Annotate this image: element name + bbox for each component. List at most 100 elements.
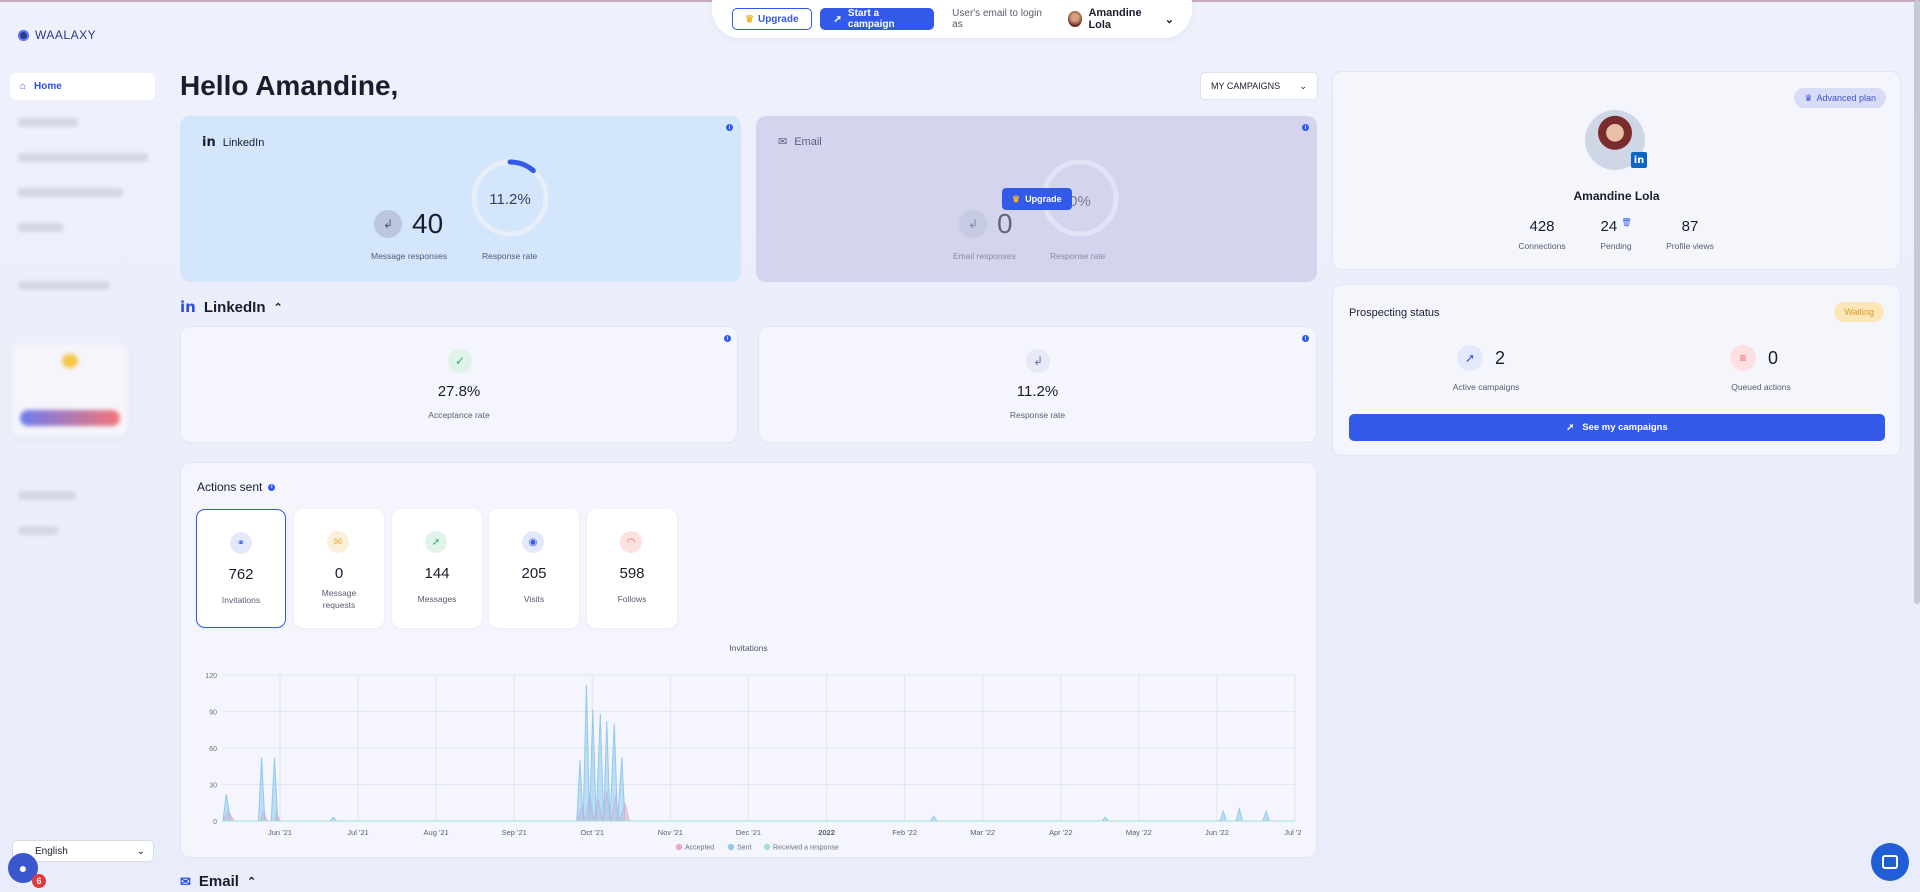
sidebar-item-blurred[interactable] [18,491,76,500]
notification-badge: 6 [32,874,46,888]
response-rate-card: i ↲ 11.2% Response rate [758,326,1317,443]
section-title: LinkedIn [203,298,266,316]
queued-actions-label: Queued actions [1731,382,1791,392]
action-tile-messages[interactable]: ➚ 144 Messages [392,509,482,628]
intercom-chat-button[interactable] [1871,843,1909,881]
sidebar-item-blurred[interactable] [18,188,123,197]
x-tick-label: Jul '22 [1284,828,1301,837]
x-tick-label: Dec '21 [736,828,761,837]
email-response-rate-label: Response rate [1050,251,1106,261]
series-area [222,791,1295,822]
email-responses-metric: ↲ 0 [959,208,1013,240]
response-rate-value: 11.2% [489,191,531,208]
link-icon: ⚭ [230,532,252,554]
campaign-select-value: MY CAMPAIGNS [1211,81,1281,91]
email-section-header[interactable]: ✉ Email ⌃ [180,873,256,890]
invitations-chart: 0 30 60 90 120 Jun '21 Jul '21 Aug '21 Sep '21 Oc… [205,673,1301,852]
message-responses-value: 40 [412,208,444,239]
logo[interactable]: WAALAXY [18,28,96,42]
info-icon[interactable]: i [1302,335,1309,342]
profile-views-stat: 87 Profile views [1655,218,1725,251]
start-campaign-label: Start a campaign [847,8,895,30]
profile-views-value: 87 [1681,218,1699,235]
logo-text: WAALAXY [35,28,97,42]
action-label: Follows [617,594,647,604]
acceptance-rate-label: Acceptance rate [428,410,490,420]
pending-stat: 24 🗑 Pending [1581,218,1651,251]
x-tick-label: Mar '22 [970,828,995,837]
card-title: ✉ Email [778,135,822,149]
prospecting-status-card: Prospecting status Waiting ➚ 2 Active ca… [1332,284,1901,456]
sidebar-item-blurred[interactable] [18,153,148,162]
action-label: Messages [417,594,457,604]
info-icon[interactable]: i [1302,124,1309,131]
promo-card[interactable] [12,344,128,436]
upgrade-label: Upgrade [1025,194,1062,204]
envelope-icon: ✉ [778,136,788,148]
status-badge: Waiting [1834,302,1884,322]
action-tile-follows[interactable]: ◠ 598 Follows [587,509,677,628]
promo-button[interactable] [20,410,120,426]
see-my-campaigns-button[interactable]: ➚ See my campaigns [1349,414,1885,441]
info-icon[interactable]: i [268,483,276,491]
crown-icon: ♛ [1012,193,1021,204]
scrollbar[interactable] [1914,0,1920,604]
action-value: 762 [228,566,254,583]
action-tile-message-requests[interactable]: ✉ 0 Message requests [294,509,384,628]
prospecting-title: Prospecting status [1349,307,1440,319]
linkedin-icon: in [202,135,216,150]
start-campaign-button[interactable]: ➚ Start a campaign [819,8,935,30]
x-tick-label: Apr '22 [1049,828,1073,837]
connections-value: 428 [1529,218,1555,235]
sidebar-item-blurred[interactable] [18,223,63,232]
profile-card: ♛ Advanced plan in Amandine Lola 428 Con… [1332,71,1901,270]
legend-marker [763,843,771,851]
rocket-icon: ➚ [833,13,842,25]
sidebar-item-blurred[interactable] [18,118,78,127]
actions-sent-card: Actions sent i ⚭ 762 Invitations ✉ 0 Mes… [180,462,1317,858]
envelope-icon: ✉ [180,873,191,889]
plan-badge[interactable]: ♛ Advanced plan [1794,88,1886,108]
linkedin-section-header[interactable]: in LinkedIn ⌃ [180,298,283,316]
card-title-label: LinkedIn [222,136,265,149]
acceptance-rate-card: i ✓ 27.8% Acceptance rate [180,326,738,443]
x-tick-label: Jun '21 [268,828,292,837]
section-title: Email [198,873,239,890]
trash-icon[interactable]: 🗑 [1621,218,1631,227]
chat-icon: ● [18,860,28,876]
email-upgrade-button[interactable]: ♛ Upgrade [1002,188,1072,210]
series-area [222,684,1295,822]
sidebar-item-blurred[interactable] [18,281,110,290]
login-as-email-field[interactable]: User's email to login as [952,8,1046,30]
connections-label: Connections [1518,241,1566,251]
sidebar-item-home[interactable]: ⌂ Home [10,73,155,100]
info-icon[interactable]: i [726,124,733,131]
upgrade-button[interactable]: ♛ Upgrade [732,8,812,30]
action-tile-visits[interactable]: ◉ 205 Visits [489,509,579,628]
linkedin-icon: in [180,298,196,316]
sidebar-item-blurred[interactable] [18,526,58,535]
reply-icon: ↲ [374,210,402,238]
response-rate-label: Response rate [1009,410,1066,420]
actions-title-label: Actions sent [197,480,263,494]
chevron-down-icon: ⌄ [1164,13,1174,26]
card-title: in LinkedIn [202,135,264,150]
action-value: 0 [334,565,344,582]
user-menu[interactable]: Amandine Lola ⌄ [1068,7,1174,31]
action-tile-invitations[interactable]: ⚭ 762 Invitations [196,509,286,628]
queue-icon: ≡ [1730,345,1756,371]
waalaxy-logo-icon [18,29,29,41]
sidebar-item-label: Home [34,81,62,92]
reply-icon: ↲ [1026,349,1050,373]
x-tick-label: 2022 [818,828,835,837]
action-value: 598 [619,565,645,582]
campaign-select[interactable]: MY CAMPAIGNS ⌄ [1200,72,1318,100]
x-tick-label: Nov '21 [658,828,683,837]
action-label: Message requests [321,588,357,610]
pending-label: Pending [1600,241,1632,251]
info-icon[interactable]: i [724,335,731,342]
connections-stat: 428 Connections [1507,218,1577,251]
home-icon: ⌂ [20,81,27,92]
message-responses-label: Message responses [371,251,448,261]
response-rate-label: Response rate [482,251,538,261]
